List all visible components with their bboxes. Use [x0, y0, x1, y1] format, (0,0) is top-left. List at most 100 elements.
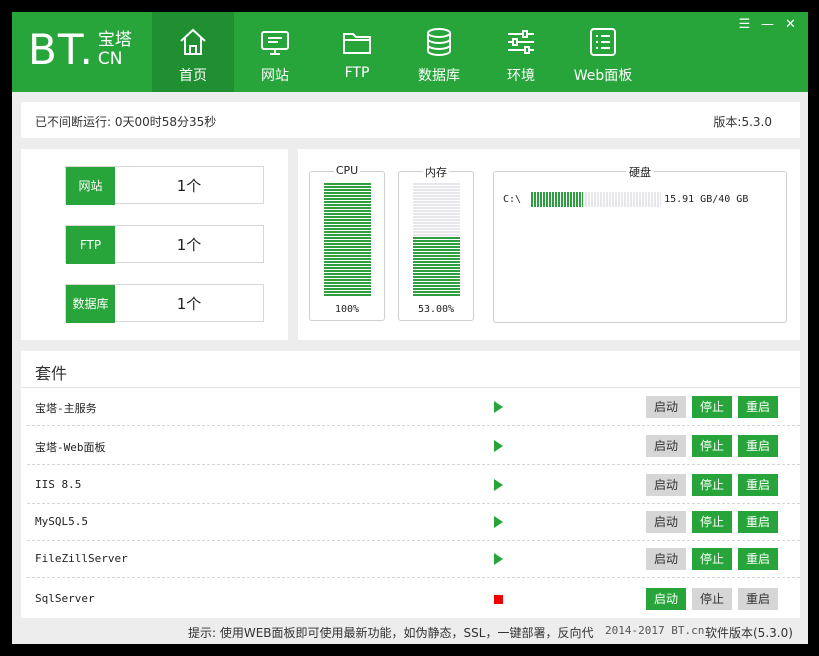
- stop-button[interactable]: 停止: [692, 396, 732, 418]
- counts-panel: 网站 1个 FTP 1个 数据库 1个: [21, 149, 288, 340]
- stop-button[interactable]: 停止: [692, 548, 732, 570]
- start-button[interactable]: 启动: [646, 474, 686, 496]
- stop-button[interactable]: 停止: [692, 474, 732, 496]
- service-name: MySQL5.5: [35, 515, 88, 528]
- status-indicator-icon: [494, 401, 503, 413]
- memory-value: 53.00%: [417, 304, 455, 315]
- service-name: IIS 8.5: [35, 478, 82, 491]
- nav-website[interactable]: 网站: [234, 12, 316, 92]
- restart-button[interactable]: 重启: [738, 548, 778, 570]
- footer-bar: 提示: 使用WEB面板即可使用最新功能，如伪静态，SSL，一键部署，反向代 20…: [12, 620, 808, 644]
- resources-panel: CPU 100% 内存 53.00% 硬盘 C:\ 15.91 GB/40 GB: [298, 149, 800, 340]
- logo-cn-bottom: CN: [97, 49, 123, 69]
- cpu-bar-fill: [324, 183, 371, 297]
- start-button[interactable]: 启动: [646, 511, 686, 533]
- service-name: 宝塔-Web面板: [35, 441, 106, 454]
- main-nav: 首页 网站 FTP 数据库 环境 Web面板: [152, 12, 644, 92]
- database-icon: [423, 26, 455, 58]
- window-controls: ☰ — ✕: [733, 16, 802, 34]
- home-icon: [177, 26, 209, 58]
- disk-usage-fill: [531, 192, 583, 207]
- restart-button[interactable]: 重启: [738, 511, 778, 533]
- nav-database[interactable]: 数据库: [398, 12, 480, 92]
- footer-software-version: 软件版本(5.3.0): [705, 626, 793, 640]
- close-icon[interactable]: ✕: [779, 16, 802, 34]
- header-bar: BT. 宝塔 CN 首页 网站 FTP 数据库 环境 Web面板 ☰ — ✕: [12, 12, 808, 92]
- nav-home[interactable]: 首页: [152, 12, 234, 92]
- logo-bt-text: BT.: [28, 25, 94, 74]
- restart-button[interactable]: 重启: [738, 588, 778, 610]
- uptime-text: 已不间断运行: 0天00时58分35秒: [35, 115, 217, 129]
- status-indicator-icon: [494, 479, 503, 491]
- cpu-bar: [324, 183, 371, 297]
- disk-drive-label: C:\: [503, 194, 522, 205]
- nav-ftp[interactable]: FTP: [316, 12, 398, 92]
- bt-logo: BT. 宝塔 CN: [28, 26, 132, 74]
- service-row-bt-main: 宝塔-主服务 启动 停止 重启: [27, 388, 800, 426]
- footer-tip: 提示: 使用WEB面板即可使用最新功能，如伪静态，SSL，一键部署，反向代: [188, 626, 594, 640]
- status-indicator-icon: [494, 516, 503, 528]
- status-bar: 已不间断运行: 0天00时58分35秒 版本:5.3.0: [21, 102, 800, 138]
- disk-usage-bar: [531, 192, 662, 207]
- website-count-label: 网站: [66, 167, 115, 205]
- database-count-value: 1个: [176, 295, 202, 313]
- database-count-label: 数据库: [66, 285, 115, 323]
- service-row-filezilla: FileZillServer 启动 停止 重启: [27, 540, 800, 578]
- app-window: BT. 宝塔 CN 首页 网站 FTP 数据库 环境 Web面板 ☰ — ✕ 已…: [12, 12, 808, 644]
- memory-gauge: 内存 53.00%: [398, 166, 474, 321]
- status-indicator-icon: [494, 553, 503, 565]
- service-name: SqlServer: [35, 592, 95, 605]
- restart-button[interactable]: 重启: [738, 396, 778, 418]
- monitor-icon: [259, 26, 291, 58]
- nav-web-panel[interactable]: Web面板: [562, 12, 644, 92]
- nav-database-label: 数据库: [418, 68, 460, 84]
- cpu-title: CPU: [333, 164, 361, 177]
- disk-title: 硬盘: [626, 166, 654, 179]
- disk-row-c: C:\ 15.91 GB/40 GB: [503, 192, 748, 207]
- folder-icon: [341, 26, 373, 58]
- nav-environment-label: 环境: [507, 68, 535, 84]
- disk-usage-text: 15.91 GB/40 GB: [664, 194, 749, 205]
- sliders-icon: [505, 26, 537, 58]
- start-button[interactable]: 启动: [646, 548, 686, 570]
- cpu-value: 100%: [334, 304, 360, 315]
- restart-button[interactable]: 重启: [738, 435, 778, 457]
- stop-button[interactable]: 停止: [692, 435, 732, 457]
- ftp-count-label: FTP: [66, 226, 115, 264]
- memory-bar-fill: [413, 236, 460, 297]
- menu-icon[interactable]: ☰: [733, 16, 756, 34]
- suite-panel: 套件 宝塔-主服务 启动 停止 重启 宝塔-Web面板 启动 停止 重启 IIS…: [21, 351, 800, 618]
- service-name: 宝塔-主服务: [35, 402, 97, 415]
- start-button[interactable]: 启动: [646, 396, 686, 418]
- suite-title: 套件: [35, 364, 68, 383]
- minimize-icon[interactable]: —: [756, 16, 779, 34]
- disk-box: 硬盘 C:\ 15.91 GB/40 GB: [493, 166, 787, 323]
- restart-button[interactable]: 重启: [738, 474, 778, 496]
- service-row-sqlserver: SqlServer 启动 停止 重启: [27, 580, 800, 618]
- version-text: 版本:5.3.0: [713, 115, 772, 129]
- nav-environment[interactable]: 环境: [480, 12, 562, 92]
- ftp-count-value: 1个: [176, 236, 202, 254]
- start-button[interactable]: 启动: [646, 435, 686, 457]
- service-row-bt-web: 宝塔-Web面板 启动 停止 重启: [27, 427, 800, 465]
- footer-copyright[interactable]: 2014-2017 BT.cn: [605, 624, 704, 637]
- nav-web-panel-label: Web面板: [573, 68, 633, 84]
- memory-title: 内存: [423, 166, 449, 179]
- nav-ftp-label: FTP: [344, 65, 370, 81]
- service-row-iis: IIS 8.5 启动 停止 重启: [27, 466, 800, 504]
- memory-bar: [413, 183, 460, 297]
- nav-home-label: 首页: [179, 68, 207, 84]
- website-count-value: 1个: [176, 177, 202, 195]
- stop-button[interactable]: 停止: [692, 588, 732, 610]
- status-indicator-icon: [494, 440, 503, 452]
- start-button[interactable]: 启动: [646, 588, 686, 610]
- ftp-count[interactable]: FTP 1个: [65, 225, 264, 264]
- cpu-gauge: CPU 100%: [309, 164, 385, 321]
- database-count[interactable]: 数据库 1个: [65, 284, 264, 323]
- panel-list-icon: [587, 26, 619, 58]
- service-name: FileZillServer: [35, 552, 128, 565]
- status-indicator-icon: [494, 595, 503, 604]
- website-count[interactable]: 网站 1个: [65, 166, 264, 205]
- logo-cn-top: 宝塔: [97, 30, 132, 50]
- stop-button[interactable]: 停止: [692, 511, 732, 533]
